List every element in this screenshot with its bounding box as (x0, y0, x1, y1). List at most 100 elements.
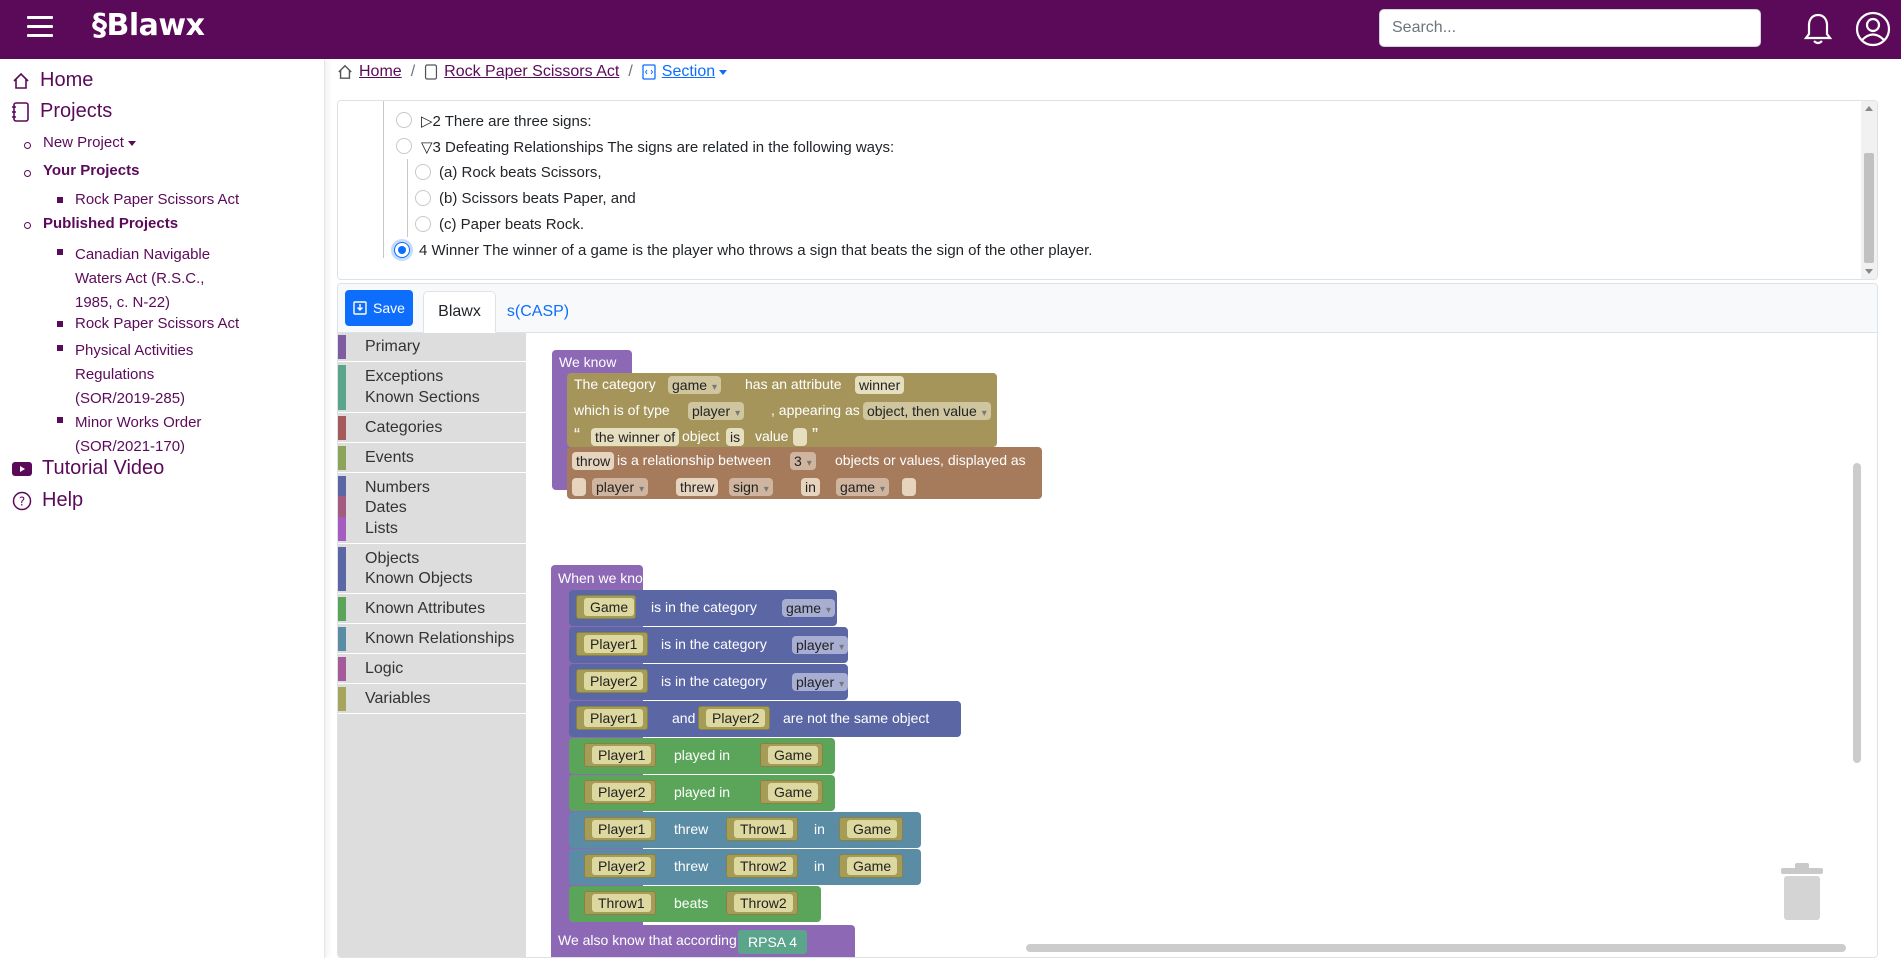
tab-scasp[interactable]: s(CASP) (507, 291, 569, 333)
outline-item[interactable]: ▽3 Defeating Relationships The signs are… (421, 138, 894, 156)
variable-block[interactable]: Player2 (576, 669, 648, 693)
tab-blawx[interactable]: Blawx (423, 291, 496, 333)
toolbox-category[interactable]: Known Attributes (338, 597, 526, 621)
category-dropdown[interactable]: player (792, 636, 849, 654)
top-navbar: §Blawx (0, 0, 1901, 59)
variable-name: Player1 (584, 709, 644, 727)
toolbox-category[interactable]: Known Sections (338, 386, 526, 410)
rel-type-dropdown[interactable]: sign (729, 478, 773, 496)
breadcrumb-project[interactable]: Rock Paper Scissors Act (444, 63, 619, 81)
bell-icon[interactable] (1803, 12, 1833, 46)
outline-item[interactable]: ▷2 There are three signs: (421, 112, 592, 130)
your-project-rps[interactable]: Rock Paper Scissors Act (75, 191, 239, 208)
outline-scrollbar[interactable] (1861, 101, 1877, 279)
variable-block[interactable]: Player1 (584, 743, 656, 767)
sidebar-item-home[interactable]: Home (12, 69, 93, 92)
rel-type-dropdown[interactable]: player (592, 478, 649, 496)
published-project-mwo[interactable]: Minor Works Order (SOR/2021-170) (75, 411, 201, 459)
sidebar-projects-label: Projects (40, 100, 113, 122)
rel-text-field[interactable]: in (801, 478, 820, 496)
variable-block[interactable]: Throw1 (726, 817, 798, 841)
workspace-vertical-scrollbar[interactable] (1853, 463, 1861, 763)
outline-item[interactable]: (b) Scissors beats Paper, and (439, 190, 636, 207)
published-project-rps[interactable]: Rock Paper Scissors Act (75, 315, 239, 332)
variable-block[interactable]: Game (760, 780, 823, 804)
divider (338, 543, 526, 544)
bullet (24, 222, 31, 229)
your-projects-heading[interactable]: Your Projects (43, 162, 139, 179)
outline-radio[interactable] (396, 112, 412, 128)
search-input[interactable] (1379, 9, 1761, 47)
new-project-dropdown[interactable]: New Project (43, 134, 136, 151)
variable-block[interactable]: Game (839, 817, 903, 841)
toolbox-category[interactable]: Known Relationships (338, 627, 526, 651)
editor-tabs: Save Blawx s(CASP) (338, 284, 1877, 333)
variable-block[interactable]: Player1 (584, 817, 656, 841)
category-dropdown[interactable]: player (792, 673, 849, 691)
variable-block[interactable]: Player2 (698, 706, 770, 730)
divider (338, 361, 526, 362)
prefix-field[interactable]: the winner of (591, 428, 680, 446)
variable-block[interactable]: Game (839, 854, 903, 878)
rel-text-field[interactable] (902, 478, 916, 496)
outline-radio-selected[interactable] (394, 242, 410, 258)
published-project-par[interactable]: Physical Activities Regulations (SOR/201… (75, 339, 193, 411)
relationship-name-field[interactable]: throw (572, 452, 615, 470)
sidebar-item-help[interactable]: ? Help (12, 489, 83, 512)
toolbox-category[interactable]: Categories (338, 416, 526, 440)
rel-text-field[interactable] (572, 478, 586, 496)
outline-radio[interactable] (396, 138, 412, 154)
block-text: The category (574, 376, 656, 392)
sidebar-item-projects[interactable]: Projects (12, 100, 112, 123)
appearance-dropdown[interactable]: object, then value (863, 402, 991, 420)
breadcrumb-home[interactable]: Home (359, 63, 402, 81)
outline-radio[interactable] (415, 216, 431, 232)
published-projects-heading[interactable]: Published Projects (43, 215, 178, 232)
outline-item[interactable]: (c) Paper beats Rock. (439, 216, 584, 233)
variable-block[interactable]: Throw1 (584, 891, 656, 915)
toolbox-category[interactable]: Lists (338, 517, 526, 541)
postfix-field[interactable] (793, 428, 807, 446)
outline-radio[interactable] (415, 190, 431, 206)
variable-block[interactable]: Player2 (584, 780, 656, 804)
block-text: in (814, 821, 825, 837)
category-dropdown[interactable]: game (668, 376, 722, 394)
menu-icon[interactable] (27, 16, 53, 38)
outline-radio[interactable] (415, 164, 431, 180)
outline-item[interactable]: (a) Rock beats Scissors, (439, 164, 602, 181)
variable-block[interactable]: Throw2 (726, 854, 798, 878)
workspace-horizontal-scrollbar[interactable] (1026, 944, 1846, 952)
section-reference-block[interactable]: RPSA 4 (738, 930, 808, 954)
variable-block[interactable]: Player1 (576, 706, 648, 730)
published-project-cnwa[interactable]: Canadian Navigable Waters Act (R.S.C., 1… (75, 243, 210, 315)
user-profile-icon[interactable] (1855, 11, 1891, 47)
variable-block[interactable]: Game (576, 595, 636, 619)
category-dropdown[interactable]: game (782, 599, 836, 617)
variable-block[interactable]: Player1 (576, 632, 648, 656)
variable-block[interactable]: Game (760, 743, 823, 767)
toolbox-category[interactable]: Events (338, 446, 526, 470)
sidebar-item-tutorial[interactable]: Tutorial Video (12, 457, 164, 480)
rel-type-dropdown[interactable]: game (836, 478, 890, 496)
trash-icon[interactable] (1779, 862, 1825, 922)
toolbox-category[interactable]: Variables (338, 687, 526, 711)
attribute-name-field[interactable]: winner (855, 376, 905, 394)
toolbox-category[interactable]: Primary (338, 335, 526, 359)
arity-dropdown[interactable]: 3 (790, 452, 816, 470)
variable-block[interactable]: Player2 (584, 854, 656, 878)
toolbox-category[interactable]: Known Objects (338, 567, 526, 591)
divider (338, 472, 526, 473)
type-dropdown[interactable]: player (688, 402, 745, 420)
clipped-line (398, 101, 958, 103)
category-label: Categories (365, 419, 443, 436)
rel-text-field[interactable]: threw (676, 478, 719, 496)
project-line: (SOR/2019-285) (75, 390, 186, 407)
infix-field[interactable]: is (726, 428, 745, 446)
breadcrumb-section-dropdown[interactable]: Section (662, 63, 715, 81)
save-button[interactable]: Save (345, 290, 413, 326)
blocks-workspace[interactable]: We know The category game has an attribu… (526, 333, 1877, 957)
toolbox-category[interactable]: Logic (338, 657, 526, 681)
variable-block[interactable]: Throw2 (726, 891, 798, 915)
outline-item[interactable]: 4 Winner The winner of a game is the pla… (419, 242, 1092, 259)
brand-logo[interactable]: §Blawx (92, 8, 205, 43)
